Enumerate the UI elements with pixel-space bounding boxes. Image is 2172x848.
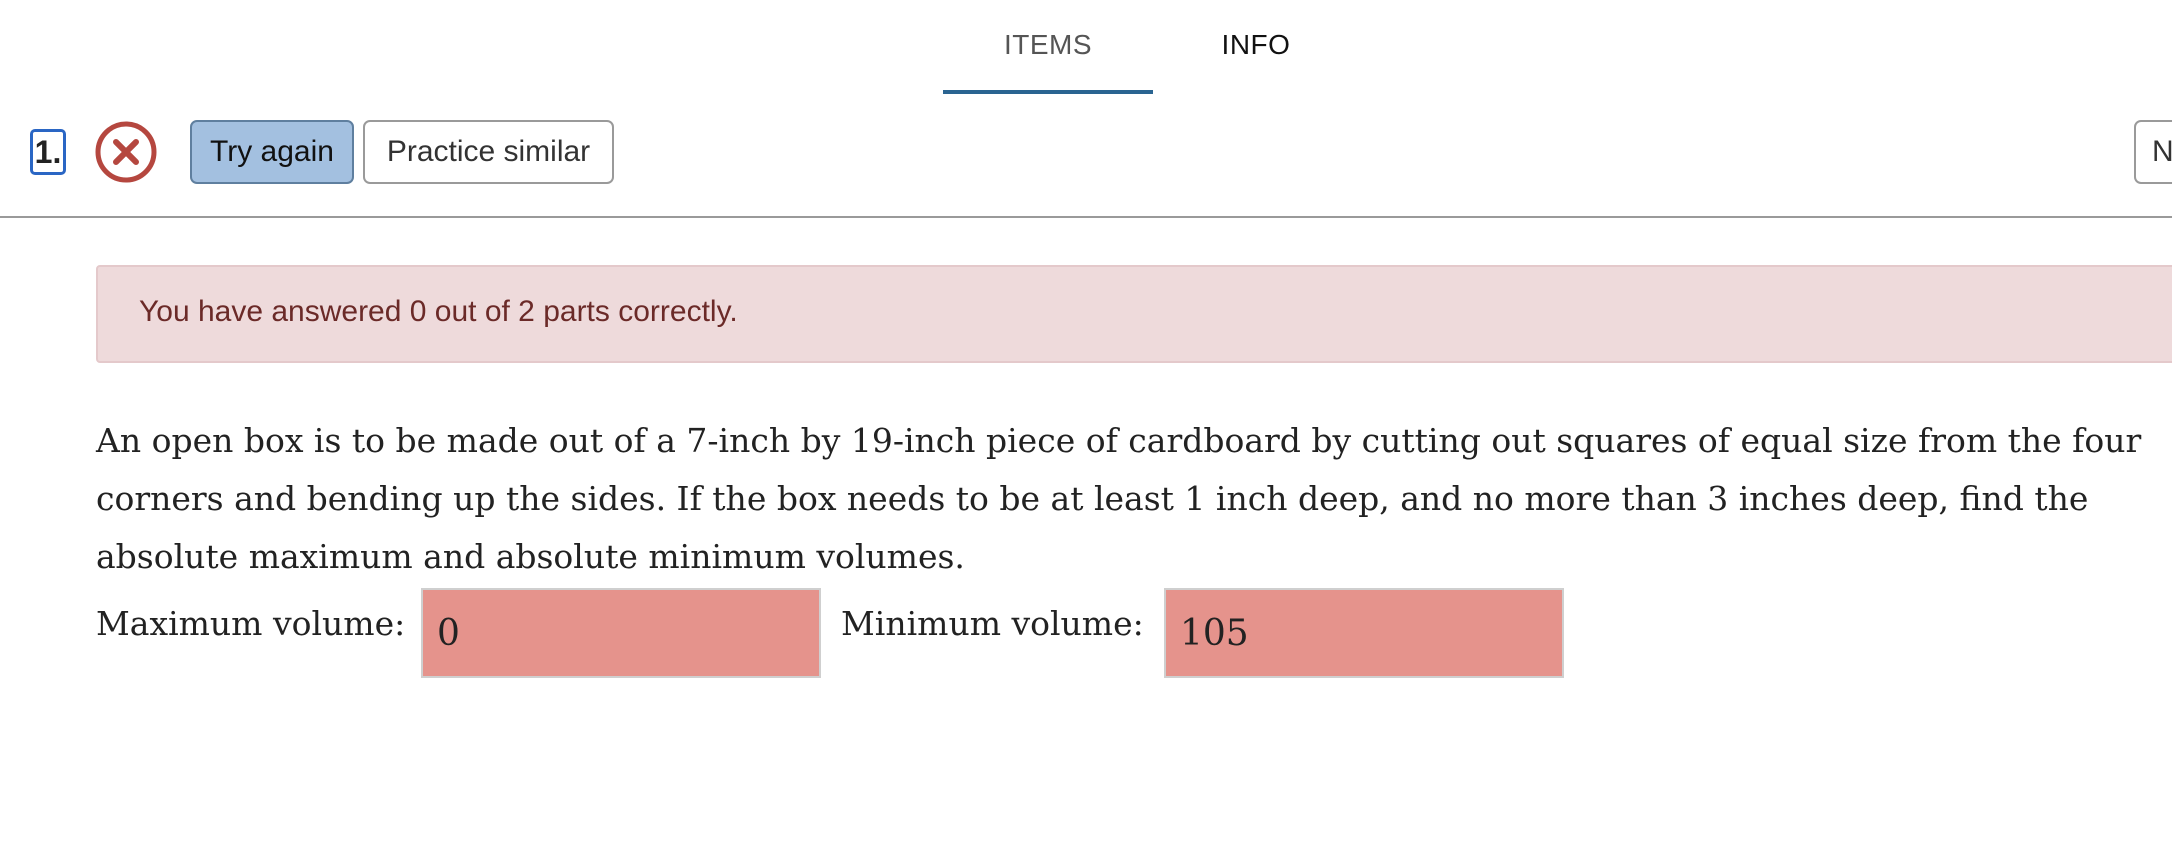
min-volume-input[interactable] xyxy=(1164,588,1564,678)
tab-info[interactable]: INFO xyxy=(1210,24,1302,90)
score-alert: You have answered 0 out of 2 parts corre… xyxy=(96,265,2172,363)
max-volume-label: Maximum volume: xyxy=(96,604,406,643)
tab-bar: ITEMS INFO xyxy=(0,0,2172,94)
problem-text: An open box is to be made out of a 7-inc… xyxy=(96,421,2142,576)
question-toolbar: 1. Try again Practice similar N xyxy=(0,112,2172,218)
next-button[interactable]: N xyxy=(2134,120,2172,184)
min-volume-label: Minimum volume: xyxy=(841,604,1144,643)
answer-row: Maximum volume: Minimum volume: xyxy=(96,588,2096,678)
question-number[interactable]: 1. xyxy=(30,129,66,175)
incorrect-x-circle-icon xyxy=(95,121,157,183)
max-volume-input[interactable] xyxy=(421,588,821,678)
practice-similar-button[interactable]: Practice similar xyxy=(363,120,614,184)
tab-items[interactable]: ITEMS xyxy=(943,24,1153,94)
try-again-button[interactable]: Try again xyxy=(190,120,354,184)
score-alert-text: You have answered 0 out of 2 parts corre… xyxy=(139,295,738,328)
